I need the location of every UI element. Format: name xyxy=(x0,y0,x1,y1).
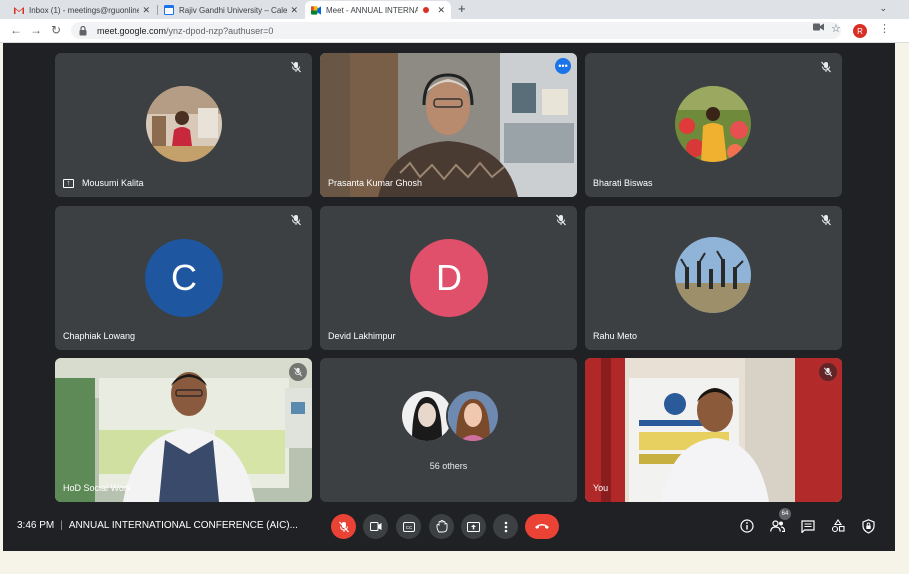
url-host: meet.google.com xyxy=(97,25,167,36)
meeting-title: ANNUAL INTERNATIONAL CONFERENCE (AIC)... xyxy=(68,520,298,531)
svg-text:CC: CC xyxy=(405,525,412,530)
participant-video xyxy=(55,358,312,502)
participant-name: Chaphiak Lowang xyxy=(63,331,136,341)
captions-button[interactable]: CC xyxy=(396,514,421,539)
more-options-button[interactable] xyxy=(493,514,518,539)
host-controls-icon[interactable] xyxy=(860,518,876,534)
tab-meet[interactable]: Meet - ANNUAL INTERNAT ✕ xyxy=(305,1,451,19)
people-icon[interactable] xyxy=(769,518,785,534)
browser-tab-strip: Inbox (1) - meetings@rguonline. ✕ Rajiv … xyxy=(0,0,909,19)
microphone-toggle-button[interactable] xyxy=(331,514,356,539)
close-icon[interactable]: ✕ xyxy=(290,5,298,16)
tab-title: Rajiv Gandhi University – Calen xyxy=(179,5,288,15)
recording-indicator xyxy=(423,7,430,13)
participant-avatar: D xyxy=(410,239,488,317)
meeting-info-icon[interactable] xyxy=(739,518,755,534)
meet-stage: ↑ Mousumi Kalita ••• Prasanta Kumar Ghosh… xyxy=(3,43,895,551)
meeting-time: 3:46 PM xyxy=(17,520,55,531)
meeting-details[interactable]: 3:46 PM | ANNUAL INTERNATIONAL CONFERENCE … xyxy=(17,520,298,531)
present-screen-button[interactable] xyxy=(461,514,486,539)
participant-tile-prasanta-kumar-ghosh[interactable]: ••• Prasanta Kumar Ghosh xyxy=(320,53,577,197)
chat-icon[interactable] xyxy=(800,518,816,534)
participant-tile-hod-social-work[interactable]: HoD Social Work xyxy=(55,358,312,502)
mic-off-icon xyxy=(291,61,301,73)
participant-tile-you[interactable]: You xyxy=(585,358,842,502)
browser-menu-icon[interactable]: ⋮ xyxy=(879,22,890,35)
participant-avatar xyxy=(446,389,500,443)
participant-tile-devid-lakhimpur[interactable]: D Devid Lakhimpur xyxy=(320,206,577,350)
url-path: /ynz-dpod-nzp?authuser=0 xyxy=(166,25,274,36)
mic-off-icon xyxy=(821,61,831,73)
others-tile[interactable]: 56 others xyxy=(320,358,577,502)
browser-toolbar: ← → ↻ meet.google.com/ynz-dpod-nzp?authu… xyxy=(0,19,909,43)
camera-toggle-button[interactable] xyxy=(363,514,388,539)
chevron-down-icon[interactable]: ⌄ xyxy=(879,3,887,14)
reload-button[interactable]: ↻ xyxy=(51,23,61,37)
participant-avatar xyxy=(146,86,222,162)
tab-calendar[interactable]: Rajiv Gandhi University – Calen ✕ xyxy=(158,1,304,19)
presenting-icon: ↑ xyxy=(63,178,74,188)
tab-title: Inbox (1) - meetings@rguonline. xyxy=(29,5,140,15)
raise-hand-icon xyxy=(436,520,447,533)
lock-icon xyxy=(79,25,89,36)
calendar-icon xyxy=(164,5,174,15)
more-options-icon[interactable]: ••• xyxy=(555,58,571,74)
participant-avatar: C xyxy=(145,239,223,317)
participant-tile-mousumi-kalita[interactable]: ↑ Mousumi Kalita xyxy=(55,53,312,197)
leave-call-button[interactable] xyxy=(525,514,559,539)
address-bar[interactable]: meet.google.com/ynz-dpod-nzp?authuser=0 xyxy=(71,22,841,39)
bookmark-star-icon[interactable]: ☆ xyxy=(831,22,841,35)
participant-name: ↑ Mousumi Kalita xyxy=(63,178,144,188)
people-count-badge: 64 xyxy=(779,508,791,520)
tab-title: Meet - ANNUAL INTERNAT xyxy=(326,5,419,15)
profile-avatar[interactable]: R xyxy=(853,24,867,38)
video-camera-icon xyxy=(369,522,381,531)
tab-gmail[interactable]: Inbox (1) - meetings@rguonline. ✕ xyxy=(8,1,156,19)
participant-name: HoD Social Work xyxy=(63,483,132,493)
new-tab-button[interactable]: + xyxy=(458,2,466,16)
mic-off-icon xyxy=(819,363,837,381)
meet-icon xyxy=(311,5,321,15)
raise-hand-button[interactable] xyxy=(429,514,454,539)
activities-icon[interactable] xyxy=(830,518,846,534)
participant-video xyxy=(320,53,577,197)
participant-name: Bharati Biswas xyxy=(593,178,653,188)
meeting-controls-bar: 3:46 PM | ANNUAL INTERNATIONAL CONFERENCE … xyxy=(3,505,895,551)
closed-captions-icon: CC xyxy=(402,521,415,532)
mic-off-icon xyxy=(289,363,307,381)
participant-name: Prasanta Kumar Ghosh xyxy=(328,178,423,188)
close-icon[interactable]: ✕ xyxy=(142,5,150,16)
participant-avatar xyxy=(675,237,751,313)
back-button[interactable]: ← xyxy=(10,23,22,37)
participant-name: Devid Lakhimpur xyxy=(328,331,396,341)
more-vert-icon xyxy=(504,521,507,532)
mic-off-icon xyxy=(821,214,831,226)
mic-off-icon xyxy=(338,521,349,532)
others-count: 56 others xyxy=(429,461,468,471)
mic-off-icon xyxy=(291,214,301,226)
participant-name: Rahu Meto xyxy=(593,331,638,341)
participant-tile-rahu-meto[interactable]: Rahu Meto xyxy=(585,206,842,350)
hang-up-icon xyxy=(535,524,549,529)
participant-avatar xyxy=(675,86,751,162)
forward-button[interactable]: → xyxy=(30,23,42,37)
participant-name: You xyxy=(593,483,609,493)
meeting-info-separator: | xyxy=(60,520,63,531)
mic-off-icon xyxy=(556,214,566,226)
close-icon[interactable]: ✕ xyxy=(437,5,445,16)
gmail-icon xyxy=(14,5,24,15)
camera-in-use-icon[interactable] xyxy=(813,23,824,34)
present-screen-icon xyxy=(467,521,480,532)
participant-tile-chaphiak-lowang[interactable]: C Chaphiak Lowang xyxy=(55,206,312,350)
participant-tile-bharati-biswas[interactable]: Bharati Biswas xyxy=(585,53,842,197)
participant-video xyxy=(585,358,842,502)
